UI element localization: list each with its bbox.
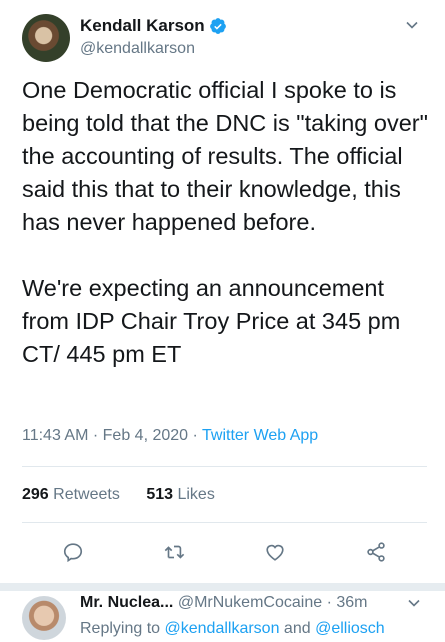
- reply-icon: [63, 543, 82, 563]
- avatar[interactable]: [22, 596, 66, 640]
- author-handle[interactable]: @kendallkarson: [80, 40, 227, 58]
- tweet-header: Kendall Karson @kendallkarson: [22, 14, 427, 62]
- author-names[interactable]: Kendall Karson @kendallkarson: [80, 14, 227, 62]
- share-icon: [367, 542, 386, 562]
- retweet-button[interactable]: [160, 538, 188, 566]
- likes-label: Likes: [177, 486, 215, 503]
- likes-stat[interactable]: 513 Likes: [146, 486, 215, 503]
- tweet-actions: [22, 538, 427, 566]
- tweet-time[interactable]: 11:43 AM: [22, 427, 88, 444]
- author-display-name[interactable]: Kendall Karson: [80, 16, 205, 36]
- avatar[interactable]: [22, 14, 70, 62]
- retweets-count: 296: [22, 486, 49, 503]
- mention-link[interactable]: @kendallkarson: [165, 620, 280, 637]
- tweet-source-link[interactable]: Twitter Web App: [202, 427, 318, 444]
- divider: [22, 522, 427, 523]
- chevron-down-icon[interactable]: [407, 596, 421, 610]
- thread-separator: [0, 583, 445, 591]
- replying-to-line: Replying to @kendallkarson and @elliosch: [80, 620, 385, 638]
- reply-age[interactable]: 36m: [336, 594, 367, 611]
- separator-dot: ·: [326, 594, 337, 611]
- tweet-stats: 296 Retweets 513 Likes: [22, 486, 237, 504]
- retweets-stat[interactable]: 296 Retweets: [22, 486, 120, 503]
- reply-button[interactable]: [59, 538, 87, 566]
- tweet-timestamp-row: 11:43 AM · Feb 4, 2020 · Twitter Web App: [22, 427, 318, 445]
- verified-badge-icon: [209, 18, 226, 34]
- tweet-date[interactable]: Feb 4, 2020: [103, 427, 188, 444]
- chevron-down-icon[interactable]: [405, 18, 419, 32]
- reply-tweet[interactable]: Mr. Nuclea... @MrNukemCocaine · 36m Repl…: [22, 594, 427, 642]
- separator-dot: ·: [192, 427, 202, 444]
- reply-header: Mr. Nuclea... @MrNukemCocaine · 36m: [80, 594, 367, 612]
- tweet-text: One Democratic official I spoke to is be…: [22, 77, 428, 367]
- retweets-label: Retweets: [53, 486, 120, 503]
- like-button[interactable]: [261, 538, 289, 566]
- reply-handle[interactable]: @MrNukemCocaine: [178, 594, 322, 611]
- share-button[interactable]: [362, 538, 390, 566]
- and-word: and: [283, 620, 311, 637]
- replying-to-label: Replying to: [80, 620, 161, 637]
- like-icon: [266, 544, 284, 561]
- likes-count: 513: [146, 486, 174, 503]
- separator-dot: ·: [92, 427, 103, 444]
- mention-link[interactable]: @elliosch: [315, 620, 385, 637]
- divider: [22, 466, 427, 467]
- reply-display-name[interactable]: Mr. Nuclea...: [80, 594, 173, 611]
- retweet-icon: [164, 545, 185, 559]
- tweet-detail: Kendall Karson @kendallkarson One Democr…: [0, 0, 445, 642]
